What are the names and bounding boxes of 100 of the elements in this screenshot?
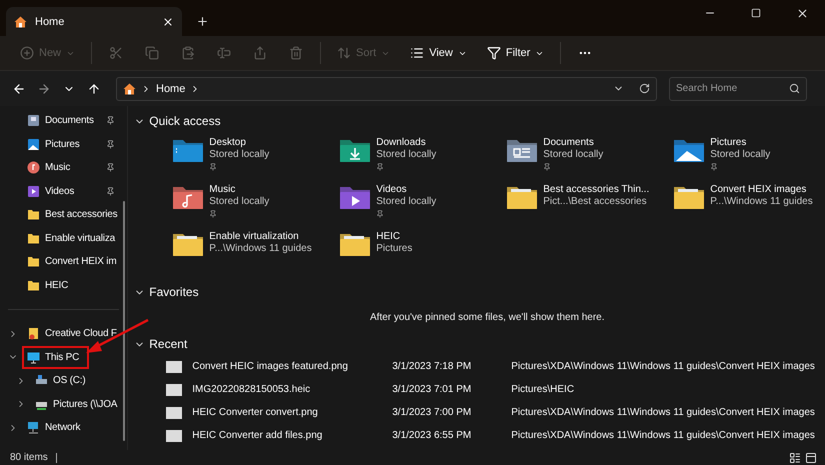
file-date: 3/1/2023 7:00 PM: [392, 407, 472, 418]
item-count: 80 items: [10, 452, 48, 463]
breadcrumb[interactable]: Home: [156, 82, 186, 94]
folder-location: Stored locally: [209, 196, 270, 208]
folder-location: Pict...\Best accessories: [543, 196, 648, 208]
sidebar-item[interactable]: This PC: [45, 352, 80, 363]
paste-icon: [181, 46, 196, 60]
folder-tile[interactable]: Downloads Stored locally: [339, 136, 506, 183]
folder-tile[interactable]: HEIC Pictures: [339, 230, 506, 277]
section-title: Recent: [149, 337, 188, 351]
folder-name: Pictures: [710, 137, 748, 149]
sidebar-item[interactable]: OS (C:): [53, 375, 86, 386]
sidebar-item[interactable]: Documents: [45, 115, 94, 126]
monitor-icon: [27, 350, 40, 364]
list-icon: [410, 46, 424, 60]
new-tab-icon[interactable]: [196, 15, 209, 28]
file-thumbnail: [166, 406, 182, 418]
sidebar-item[interactable]: Enable virtualiza: [45, 232, 115, 244]
sidebar-item[interactable]: HEIC: [45, 280, 68, 291]
up-icon[interactable]: [86, 82, 100, 96]
file-thumbnail: [166, 384, 182, 396]
sidebar-item[interactable]: Best accessories: [45, 209, 118, 220]
section-title: Quick access: [149, 114, 221, 128]
sidebar-item[interactable]: Music: [45, 162, 70, 174]
file-name[interactable]: Convert HEIC images featured.png: [192, 361, 392, 372]
folder-name: Convert HEIX images: [710, 184, 808, 196]
file-date: 3/1/2023 6:55 PM: [392, 430, 472, 441]
address-bar[interactable]: Home: [116, 76, 657, 100]
delete-icon: [289, 46, 304, 60]
folder-tile[interactable]: Convert HEIX images P...\Windows 11 guides: [673, 183, 825, 230]
forward-icon[interactable]: [36, 82, 50, 96]
home-icon: [14, 16, 27, 28]
file-thumbnail: [166, 360, 182, 372]
folder-icon: [27, 327, 40, 340]
file-date: 3/1/2023 7:01 PM: [392, 384, 472, 395]
folder-name: Downloads: [376, 137, 427, 149]
folder-tile[interactable]: Desktop Stored locally: [172, 136, 340, 183]
back-icon[interactable]: [12, 82, 26, 96]
file-path: Pictures\XDA\Windows 11\Windows 11 guides\Convert HEIX images: [511, 361, 816, 372]
sidebar-item[interactable]: Pictures (\\JOA: [53, 398, 118, 410]
share-icon: [253, 46, 268, 60]
folder-name: Best accessories Thin...: [543, 184, 650, 196]
sidebar-item[interactable]: Convert HEIX im: [45, 256, 116, 268]
refresh-icon[interactable]: [639, 83, 650, 94]
sidebar-item[interactable]: Videos: [45, 186, 74, 197]
file-path: Pictures\XDA\Windows 11\Windows 11 guides\Convert HEIX images: [511, 430, 816, 441]
sidebar-item[interactable]: Creative Cloud F: [45, 328, 117, 340]
filter-icon: [486, 46, 501, 60]
home-icon: [123, 82, 136, 94]
file-date: 3/1/2023 7:18 PM: [392, 361, 472, 372]
folder-name: Music: [209, 184, 236, 196]
close-tab-icon[interactable]: [162, 16, 174, 28]
sidebar-item[interactable]: Network: [45, 422, 80, 434]
folder-location: Stored locally: [376, 149, 436, 161]
folder-location: P...\Windows 11 guides: [710, 196, 813, 208]
rename-icon: [217, 46, 232, 60]
file-name[interactable]: IMG20220828150053.heic: [192, 384, 392, 395]
folder-name: Documents: [543, 137, 595, 149]
folder-tile[interactable]: Enable virtualization P...\Windows 11 guides: [172, 230, 340, 277]
file-name[interactable]: HEIC Converter add files.png: [192, 430, 392, 441]
folder-icon: [27, 278, 40, 292]
scrollbar[interactable]: [123, 201, 126, 441]
folder-location: Pictures: [376, 243, 412, 255]
document-icon: [27, 114, 40, 128]
folder-tile[interactable]: Music Stored locally: [172, 183, 340, 230]
folder-icon: [27, 232, 40, 245]
folder-location: Stored locally: [376, 196, 436, 208]
picture-icon: [27, 138, 40, 151]
file-thumbnail: [166, 430, 182, 442]
file-path: Pictures\XDA\Windows 11\Windows 11 guides\Convert HEIX images: [511, 407, 816, 418]
folder-icon: [27, 255, 40, 268]
search-field[interactable]: Search Home: [669, 76, 807, 100]
folder-location: Stored locally: [209, 149, 270, 161]
folder-name: Enable virtualization: [209, 231, 300, 243]
tiles-view-icon[interactable]: [805, 452, 817, 464]
folder-tile[interactable]: Best accessories Thin... Pict...\Best accessories: [506, 183, 674, 230]
folder-tile[interactable]: Videos Stored locally: [339, 183, 506, 230]
folder-icon: [27, 208, 40, 222]
folder-location: Stored locally: [543, 149, 604, 161]
copy-icon: [145, 46, 160, 60]
tab[interactable]: Home: [6, 7, 182, 36]
folder-location: Stored locally: [710, 149, 770, 161]
file-path: Pictures\HEIC: [511, 384, 576, 395]
close-icon[interactable]: [796, 6, 808, 20]
empty-message: After you've pinned some files, we'll show them here.: [369, 311, 606, 325]
toolbar-button[interactable]: Filter: [478, 40, 552, 66]
folder-tile[interactable]: Pictures Stored locally: [673, 136, 825, 183]
toolbar-button[interactable]: View: [402, 40, 475, 66]
network-icon: [27, 421, 40, 434]
new-icon: [20, 46, 34, 60]
file-name[interactable]: HEIC Converter convert.png: [192, 407, 392, 418]
music-icon: [27, 161, 40, 174]
folder-name: Desktop: [209, 137, 247, 149]
folder-location: P...\Windows 11 guides: [209, 243, 312, 255]
section-title: Favorites: [149, 285, 199, 299]
search-icon: [789, 82, 800, 94]
folder-tile[interactable]: Documents Stored locally: [506, 136, 674, 183]
sidebar-item[interactable]: Pictures: [45, 138, 80, 150]
maximize-icon[interactable]: [751, 8, 761, 18]
details-view-icon[interactable]: [789, 452, 801, 464]
